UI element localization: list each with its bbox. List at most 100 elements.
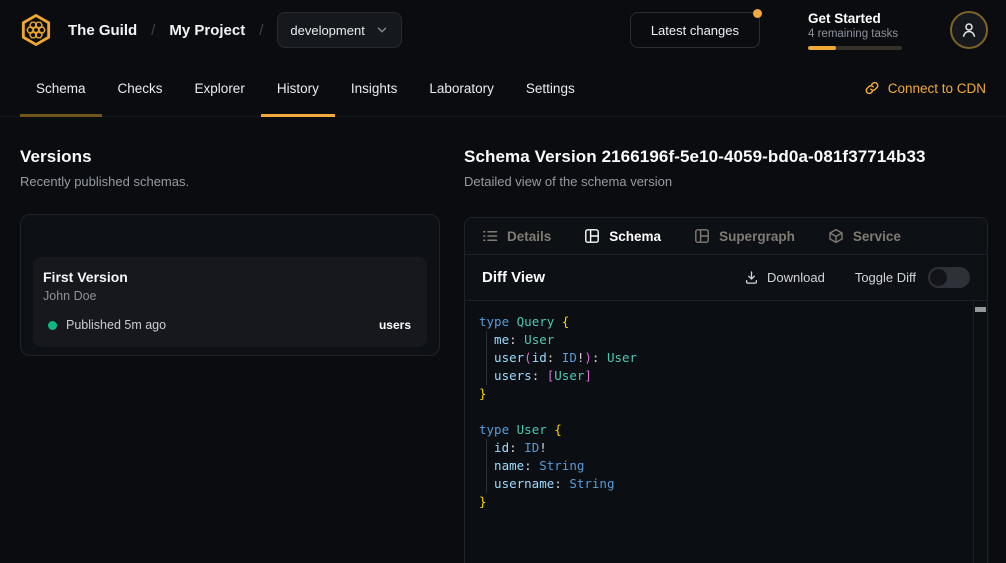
schema-sdl-code[interactable]: type Query { me: User user(id: ID!): Use… [465,301,987,511]
code-line: name: String [479,457,967,475]
box-icon [828,228,844,244]
nav-tab-label: History [277,81,319,96]
version-service-badge: users [379,318,411,332]
code-line: id: ID! [479,439,967,457]
code-line: username: String [479,475,967,493]
latest-changes-button[interactable]: Latest changes [630,12,760,48]
detail-tab-label: Supergraph [719,229,795,244]
detail-tab-supergraph[interactable]: Supergraph [694,228,795,244]
nav-tab-laboratory[interactable]: Laboratory [413,60,510,116]
diff-view-actions: Download Toggle Diff [744,267,970,288]
toggle-diff-switch[interactable] [928,267,970,288]
guild-logo-icon[interactable] [18,12,54,48]
diff-view-title: Diff View [482,269,545,286]
get-started-progress-fill [808,46,836,50]
nav-tab-checks[interactable]: Checks [102,60,179,116]
panels-icon [584,228,600,244]
detail-tab-schema[interactable]: Schema [584,228,661,244]
code-line: } [479,385,967,403]
connect-cdn-label: Connect to CDN [888,81,986,96]
download-button[interactable]: Download [744,270,825,285]
detail-tabs: Details Schema Supergraph Service [465,218,987,255]
app-root: The Guild / My Project / development Lat… [0,0,1006,563]
nav-tab-history[interactable]: History [261,60,335,116]
versions-list: First Version John Doe Published 5m ago … [20,214,440,356]
chevron-down-icon [375,23,389,37]
breadcrumb-separator: / [151,22,155,39]
latest-changes-label: Latest changes [651,23,739,38]
download-label: Download [767,270,825,285]
list-icon [482,228,498,244]
notification-dot-icon [753,9,762,18]
nav-tab-underline [413,114,510,117]
schema-version-title: Schema Version 2166196f-5e10-4059-bd0a-0… [464,147,988,167]
version-status: Published 5m ago [66,318,166,332]
detail-tab-label: Schema [609,229,661,244]
versions-subtitle: Recently published schemas. [20,174,440,189]
get-started-subtitle: 4 remaining tasks [808,28,902,40]
nav-tab-insights[interactable]: Insights [335,60,414,116]
version-detail-panel: Schema Version 2166196f-5e10-4059-bd0a-0… [464,147,988,563]
nav-tab-label: Settings [526,81,575,96]
versions-title: Versions [20,147,440,167]
detail-tab-service[interactable]: Service [828,228,901,244]
connect-cdn-link[interactable]: Connect to CDN [864,60,986,116]
nav-tab-label: Checks [118,81,163,96]
nav-tab-underline [335,114,414,117]
get-started-widget[interactable]: Get Started 4 remaining tasks [808,11,902,50]
published-status-dot-icon [48,321,57,330]
nav-tab-underline [261,114,335,117]
code-scrollbar[interactable] [973,301,987,563]
detail-tab-details[interactable]: Details [482,228,551,244]
toggle-diff-label: Toggle Diff [855,270,916,285]
nav-tab-underline [102,114,179,117]
breadcrumb-project[interactable]: My Project [169,22,245,39]
person-icon [960,21,978,39]
download-icon [744,270,759,285]
main-nav-tabs: Schema Checks Explorer History Insights Labor… [20,60,591,116]
main-content: Versions Recently published schemas. Fir… [0,117,1006,563]
header-actions: Latest changes Get Started 4 remaining t… [630,11,988,50]
schema-detail-box: Details Schema Supergraph Service Diff View… [464,217,988,563]
code-line: type Query { [479,313,967,331]
breadcrumb-separator: / [259,22,263,39]
nav-tab-underline [510,114,591,117]
versions-panel: Versions Recently published schemas. Fir… [20,147,440,563]
nav-tab-label: Laboratory [429,81,494,96]
nav-tab-label: Explorer [195,81,245,96]
header: The Guild / My Project / development Lat… [0,0,1006,60]
version-footer: Published 5m ago users [43,318,411,332]
code-line: me: User [479,331,967,349]
code-line: type User { [479,421,967,439]
detail-tab-label: Service [853,229,901,244]
version-author: John Doe [43,289,411,303]
nav-tab-schema[interactable]: Schema [20,60,102,116]
nav-tab-label: Schema [36,81,86,96]
code-line: users: [User] [479,367,967,385]
target-selector-value: development [290,23,364,38]
link-icon [864,80,880,96]
nav-tab-explorer[interactable]: Explorer [179,60,261,116]
panels-icon [694,228,710,244]
breadcrumb: The Guild / My Project / development [68,12,402,48]
nav-tab-underline [179,114,261,117]
detail-tab-label: Details [507,229,551,244]
user-avatar[interactable] [950,11,988,49]
schema-code-viewer: type Query { me: User user(id: ID!): Use… [465,301,987,563]
nav-tab-underline [20,114,102,117]
code-line: user(id: ID!): User [479,349,967,367]
code-line [479,403,967,421]
main-nav: Schema Checks Explorer History Insights Labor… [0,60,1006,117]
nav-tab-label: Insights [351,81,398,96]
breadcrumb-org[interactable]: The Guild [68,22,137,39]
schema-version-subtitle: Detailed view of the schema version [464,174,988,189]
version-list-item[interactable]: First Version John Doe Published 5m ago … [33,257,427,347]
get-started-title: Get Started [808,11,902,26]
version-name: First Version [43,269,411,285]
code-scrollbar-thumb[interactable] [975,307,986,312]
nav-tab-settings[interactable]: Settings [510,60,591,116]
diff-view-toolbar: Diff View Download Toggle Diff [465,255,987,301]
code-line: } [479,493,967,511]
target-selector[interactable]: development [277,12,401,48]
get-started-progressbar [808,46,902,50]
